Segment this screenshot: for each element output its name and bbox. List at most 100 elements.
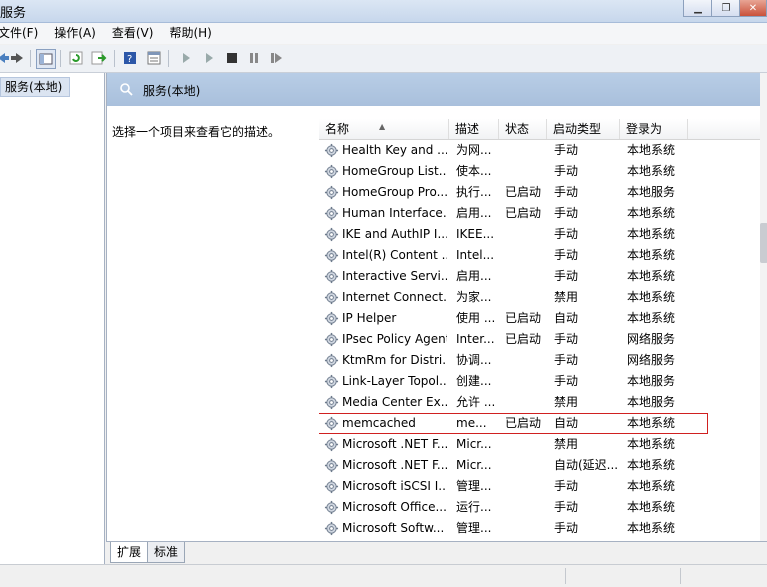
help-button[interactable]: ?	[121, 49, 139, 67]
refresh-button[interactable]	[67, 49, 85, 67]
cell-description: Inter...	[456, 332, 495, 346]
pause-icon	[250, 53, 258, 63]
table-row[interactable]: IPsec Policy Agent Inter... 已启动 手动 网络服务	[319, 329, 767, 350]
cell-startup-type: 自动(延迟...	[554, 458, 619, 472]
menu-view[interactable]: 查看(V)	[104, 23, 162, 44]
cell-name: Human Interface...	[342, 206, 447, 220]
pause-service-button[interactable]	[245, 49, 263, 67]
search-icon	[120, 83, 133, 96]
column-header-logon-as[interactable]: 登录为	[620, 119, 688, 139]
cell-startup-type: 手动	[554, 227, 579, 241]
forward-button[interactable]	[8, 49, 26, 67]
minimize-button[interactable]: ▁	[683, 0, 713, 17]
service-gear-icon	[324, 248, 339, 263]
start-service-button[interactable]	[177, 49, 195, 67]
menu-file[interactable]: 文件(F)	[0, 23, 46, 44]
play-icon	[206, 53, 213, 63]
pane-header: 服务(本地)	[107, 73, 767, 106]
cell-logon-as: 网络服务	[627, 353, 676, 367]
table-row[interactable]: Internet Connect... 为家... 禁用 本地系统	[319, 287, 767, 308]
table-row[interactable]: KtmRm for Distri... 协调... 手动 网络服务	[319, 350, 767, 371]
tab-standard[interactable]: 标准	[147, 542, 186, 563]
column-header-startup-type[interactable]: 启动类型	[547, 119, 620, 139]
svg-text:?: ?	[127, 54, 132, 65]
cell-logon-as: 本地系统	[627, 479, 676, 493]
tab-extended[interactable]: 扩展	[110, 542, 149, 563]
service-gear-icon	[324, 458, 339, 473]
window-title: 服务	[0, 6, 27, 21]
minimize-icon: ▁	[694, 2, 702, 14]
cell-description: Micr...	[456, 437, 492, 451]
table-row[interactable]: Media Center Ex... 允许 ... 禁用 本地服务	[319, 392, 767, 413]
table-row[interactable]: Microsoft iSCSI I... 管理... 手动 本地系统	[319, 476, 767, 497]
column-header-description[interactable]: 描述	[449, 119, 499, 139]
scrollbar-thumb[interactable]	[760, 223, 767, 263]
toolbar-separator	[168, 50, 169, 67]
table-row[interactable]: Microsoft Softw... 管理... 手动 本地系统	[319, 518, 767, 538]
cell-status	[505, 161, 550, 182]
service-gear-icon	[324, 416, 339, 431]
cell-description: 使用 ...	[456, 311, 496, 325]
restore-icon: ❐	[721, 2, 731, 14]
tree-item-services-local[interactable]: 服务(本地)	[0, 77, 70, 97]
cell-status	[505, 518, 550, 538]
cell-startup-type: 手动	[554, 332, 579, 346]
table-row[interactable]: HomeGroup List... 使本... 手动 本地系统	[319, 161, 767, 182]
service-gear-icon	[324, 185, 339, 200]
cell-name: Microsoft .NET F...	[342, 458, 447, 472]
services-list[interactable]: ▲ 名称 描述 状态 启动类型 登录为 Health Key and ... 为网…	[319, 119, 767, 538]
table-row[interactable]: IKE and AuthIP I... IKEE... 手动 本地系统	[319, 224, 767, 245]
cell-logon-as: 本地系统	[627, 290, 676, 304]
column-header-name[interactable]: ▲ 名称	[319, 119, 449, 139]
column-header-status[interactable]: 状态	[499, 119, 547, 139]
cell-logon-as: 网络服务	[627, 332, 676, 346]
table-row[interactable]: Microsoft .NET F... Micr... 自动(延迟... 本地系统	[319, 455, 767, 476]
service-gear-icon	[324, 290, 339, 305]
sort-ascending-icon: ▲	[379, 122, 386, 131]
cell-startup-type: 禁用	[554, 395, 579, 409]
menu-help[interactable]: 帮助(H)	[161, 23, 219, 44]
cell-status	[505, 287, 550, 308]
export-list-button[interactable]	[90, 49, 108, 67]
menu-action[interactable]: 操作(A)	[46, 23, 104, 44]
cell-status	[505, 140, 550, 161]
service-gear-icon	[324, 500, 339, 515]
cell-status	[505, 455, 550, 476]
status-bar	[0, 564, 767, 587]
table-row[interactable]: Intel(R) Content ... Intel... 手动 本地系统	[319, 245, 767, 266]
service-gear-icon	[324, 437, 339, 452]
title-bar: 服务 ▁ ❐ ✕	[0, 0, 767, 23]
start-service-params-button[interactable]	[200, 49, 218, 67]
cell-status	[505, 371, 550, 392]
cell-startup-type: 手动	[554, 353, 579, 367]
properties-icon	[147, 51, 161, 65]
show-hide-console-tree-button[interactable]	[36, 49, 56, 69]
cell-startup-type: 手动	[554, 479, 579, 493]
cell-status: 已启动	[505, 206, 542, 220]
table-row[interactable]: Link-Layer Topol... 创建... 手动 本地服务	[319, 371, 767, 392]
table-row[interactable]: Health Key and ... 为网... 手动 本地系统	[319, 140, 767, 161]
help-icon: ?	[124, 52, 136, 65]
table-row[interactable]: Microsoft .NET F... Micr... 禁用 本地系统	[319, 434, 767, 455]
stop-service-button[interactable]	[223, 49, 241, 67]
table-row[interactable]: Microsoft Office... 运行... 手动 本地系统	[319, 497, 767, 518]
cell-description: 为网...	[456, 143, 492, 157]
service-gear-icon	[324, 479, 339, 494]
table-row[interactable]: Interactive Servi... 启用... 手动 本地系统	[319, 266, 767, 287]
table-row[interactable]: HomeGroup Pro... 执行... 已启动 手动 本地服务	[319, 182, 767, 203]
maximize-button[interactable]: ❐	[711, 0, 741, 17]
table-row[interactable]: IP Helper 使用 ... 已启动 自动 本地系统	[319, 308, 767, 329]
toolbar-separator	[60, 50, 61, 67]
console-tree-icon	[39, 53, 53, 65]
restart-service-button[interactable]	[268, 49, 286, 67]
cell-startup-type: 手动	[554, 500, 579, 514]
close-button[interactable]: ✕	[739, 0, 767, 17]
vertical-scrollbar[interactable]	[760, 73, 767, 564]
properties-button[interactable]	[145, 49, 163, 67]
cell-name: Interactive Servi...	[342, 269, 447, 283]
service-gear-icon	[324, 164, 339, 179]
toolbar: ?	[0, 45, 767, 73]
service-gear-icon	[324, 374, 339, 389]
table-row[interactable]: Human Interface... 启用... 已启动 手动 本地系统	[319, 203, 767, 224]
table-row-selected[interactable]: memcached me... 已启动 自动 本地系统	[319, 413, 708, 434]
